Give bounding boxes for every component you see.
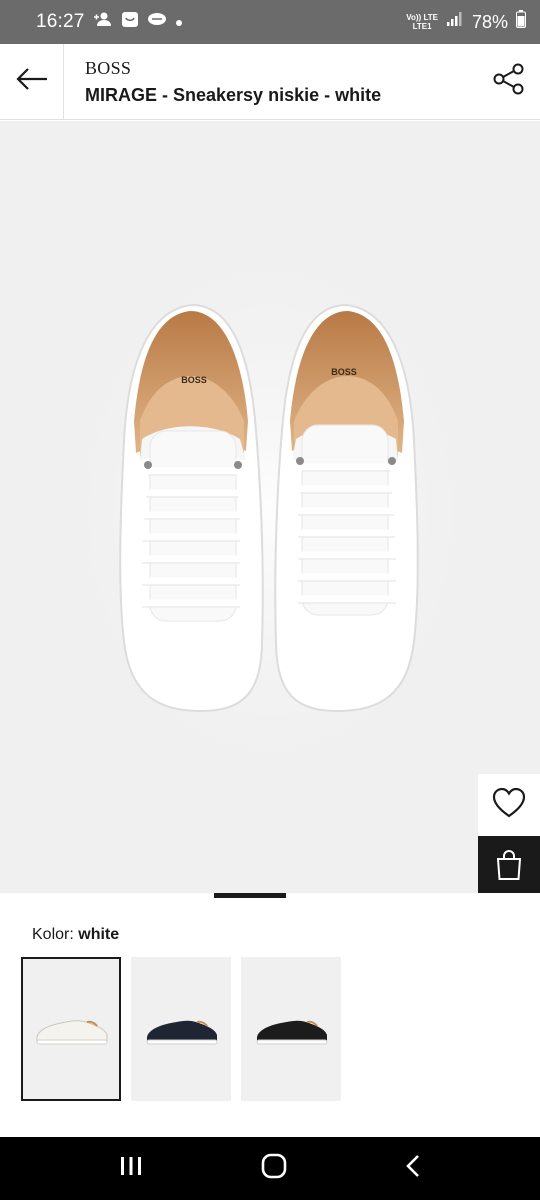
network-indicator: Vo)) LTE LTE1 xyxy=(406,13,438,31)
right-insole-logo: BOSS xyxy=(331,367,357,377)
network-bottom-label: LTE1 xyxy=(412,22,432,31)
app-header: BOSS MIRAGE - Sneakersy niskie - white xyxy=(0,43,540,120)
white-sneaker-thumbnail xyxy=(36,1020,108,1045)
status-bar: 16:27 Vo)) LTE LTE1 78% xyxy=(0,0,540,44)
color-option-white[interactable] xyxy=(21,957,121,1101)
person-add-icon xyxy=(93,11,113,33)
cloud-app-icon xyxy=(147,11,167,33)
back-chevron-icon[interactable] xyxy=(405,1154,421,1183)
navy-sneaker-thumbnail xyxy=(146,1020,218,1045)
brand-name[interactable]: BOSS xyxy=(85,58,478,79)
signal-icon xyxy=(446,11,464,33)
sneaker-pair-image: BOSS BOSS xyxy=(40,211,500,811)
color-option-navy[interactable] xyxy=(131,957,231,1101)
status-left: 16:27 xyxy=(36,10,183,34)
black-sneaker-thumbnail xyxy=(256,1020,328,1045)
color-label-row: Kolor: white xyxy=(32,926,119,944)
left-insole-logo: BOSS xyxy=(181,375,207,385)
shopping-bag-icon xyxy=(495,849,523,886)
share-icon xyxy=(492,62,526,101)
product-image-gallery[interactable]: BOSS BOSS xyxy=(0,121,540,893)
battery-percent: 78% xyxy=(471,11,508,32)
share-button[interactable] xyxy=(478,44,540,120)
gallery-indicator-active xyxy=(214,893,286,898)
status-right: Vo)) LTE LTE1 78% xyxy=(406,10,526,34)
battery-icon xyxy=(516,10,526,34)
page-title: MIRAGE - Sneakersy niskie - white xyxy=(85,84,382,105)
network-top-label: Vo)) LTE xyxy=(406,13,438,22)
system-nav-bar xyxy=(0,1137,540,1200)
recents-icon[interactable] xyxy=(119,1155,143,1182)
heart-icon xyxy=(492,787,526,823)
header-titles: BOSS MIRAGE - Sneakersy niskie - white xyxy=(64,58,478,106)
home-icon[interactable] xyxy=(261,1153,287,1184)
wishlist-button[interactable] xyxy=(478,774,540,836)
arrow-left-icon xyxy=(15,67,49,96)
color-option-black[interactable] xyxy=(241,957,341,1101)
shopping-app-icon xyxy=(121,10,139,34)
color-options xyxy=(21,957,341,1101)
color-label: Kolor: xyxy=(32,926,74,943)
status-time: 16:27 xyxy=(36,11,85,32)
back-button[interactable] xyxy=(0,43,64,120)
add-to-bag-button[interactable] xyxy=(478,836,540,893)
left-shoe: BOSS xyxy=(119,303,264,713)
notification-dot-icon xyxy=(175,11,183,33)
color-value: white xyxy=(78,926,120,943)
right-shoe: BOSS xyxy=(274,303,419,713)
